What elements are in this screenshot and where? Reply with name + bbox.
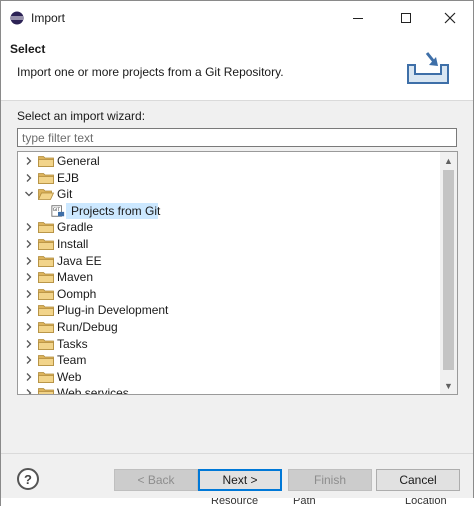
tree-item[interactable]: Java EE xyxy=(18,253,441,269)
folder-icon xyxy=(38,173,54,184)
banner-title: Select xyxy=(10,42,46,56)
close-icon xyxy=(444,12,456,24)
tree-item-label: Git xyxy=(57,187,73,201)
tree-item[interactable]: EJB xyxy=(18,170,441,186)
bg-column-location: Location xyxy=(405,498,447,506)
tree-item[interactable]: Web xyxy=(18,369,441,385)
bg-column-path: Path xyxy=(293,498,316,506)
maximize-icon xyxy=(401,13,411,23)
scroll-up-icon[interactable]: ▲ xyxy=(440,152,457,169)
cancel-button[interactable]: Cancel xyxy=(376,469,460,491)
filter-input[interactable] xyxy=(17,128,457,147)
help-button[interactable]: ? xyxy=(17,468,39,490)
tree-item-label: Tasks xyxy=(57,337,88,351)
close-button[interactable] xyxy=(427,1,473,35)
chevron-right-icon[interactable] xyxy=(24,339,34,349)
tree-item[interactable]: Oomph xyxy=(18,286,441,302)
window-title: Import xyxy=(31,11,66,25)
folder-open-icon xyxy=(38,189,54,200)
tree-item[interactable]: Run/Debug xyxy=(18,319,441,335)
chevron-down-icon[interactable] xyxy=(24,189,34,199)
folder-icon xyxy=(38,372,54,383)
tree-item[interactable]: Gradle xyxy=(18,219,441,235)
tree-item-label: General xyxy=(57,154,100,168)
tree-item-label: Team xyxy=(57,353,87,367)
chevron-right-icon[interactable] xyxy=(24,239,34,249)
tree-item[interactable]: Team xyxy=(18,352,441,368)
tree-item-label: Maven xyxy=(57,270,94,284)
bg-column-resource: Resource xyxy=(211,498,259,506)
tree-item-label: Oomph xyxy=(57,287,97,301)
tree-item-label: Java EE xyxy=(57,254,102,268)
folder-icon xyxy=(38,388,54,394)
tree-item-label: Gradle xyxy=(57,220,94,234)
scroll-down-icon[interactable]: ▼ xyxy=(440,377,457,394)
folder-icon xyxy=(38,239,54,250)
folder-icon xyxy=(38,256,54,267)
banner-description: Import one or more projects from a Git R… xyxy=(17,65,284,79)
chevron-right-icon[interactable] xyxy=(24,173,34,183)
tree-item[interactable]: Web services xyxy=(18,385,441,395)
chevron-right-icon[interactable] xyxy=(24,322,34,332)
folder-icon xyxy=(38,289,54,300)
tree-item-child[interactable]: GIT Projects from Git xyxy=(18,203,441,219)
minimize-button[interactable] xyxy=(335,1,381,35)
folder-icon xyxy=(38,272,54,283)
back-button[interactable]: < Back xyxy=(114,469,198,491)
folder-icon xyxy=(38,222,54,233)
tree-item-label: Install xyxy=(57,237,89,251)
tree-item-label: Projects from Git xyxy=(71,204,161,218)
background-window-strip: Resource Path Location xyxy=(1,498,474,506)
tree-item[interactable]: General xyxy=(18,153,441,169)
tree-item-label: Plug-in Development xyxy=(57,303,169,317)
chevron-right-icon[interactable] xyxy=(24,256,34,266)
tree-item-label: Run/Debug xyxy=(57,320,118,334)
chevron-right-icon[interactable] xyxy=(24,156,34,166)
folder-icon xyxy=(38,355,54,366)
scroll-thumb[interactable] xyxy=(443,170,454,370)
tree-item[interactable]: Maven xyxy=(18,269,441,285)
chevron-right-icon[interactable] xyxy=(24,388,34,395)
wizard-banner: Select Import one or more projects from … xyxy=(1,35,473,101)
chevron-right-icon[interactable] xyxy=(24,272,34,282)
chevron-right-icon[interactable] xyxy=(24,355,34,365)
folder-icon xyxy=(38,305,54,316)
tree-item[interactable]: Plug-in Development xyxy=(18,302,441,318)
chevron-right-icon[interactable] xyxy=(24,372,34,382)
tree-item-label: Web services xyxy=(57,386,129,395)
eclipse-icon xyxy=(10,11,24,25)
vertical-scrollbar[interactable]: ▲ ▼ xyxy=(440,152,457,394)
chevron-right-icon[interactable] xyxy=(24,305,34,315)
import-dialog: Import Select Import one or more project… xyxy=(0,0,474,506)
tree-item[interactable]: Install xyxy=(18,236,441,252)
title-bar: Import xyxy=(1,1,473,35)
minimize-icon xyxy=(353,18,363,19)
tree-item[interactable]: Git xyxy=(18,186,441,202)
folder-icon xyxy=(38,339,54,350)
import-wizard-icon xyxy=(407,52,449,84)
tree-item-label: EJB xyxy=(57,171,80,185)
maximize-button[interactable] xyxy=(383,1,429,35)
wizard-label: Select an import wizard: xyxy=(17,109,146,123)
folder-icon xyxy=(38,322,54,333)
git-repository-icon: GIT xyxy=(51,205,65,217)
footer-separator xyxy=(1,453,473,454)
tree-item-label: Web xyxy=(57,370,82,384)
next-button[interactable]: Next > xyxy=(198,469,282,491)
folder-icon xyxy=(38,156,54,167)
chevron-right-icon[interactable] xyxy=(24,289,34,299)
chevron-right-icon[interactable] xyxy=(24,222,34,232)
tree-item[interactable]: Tasks xyxy=(18,336,441,352)
wizard-tree: Web services Web Team Tasks Run/Debug Plug-in… xyxy=(17,151,458,395)
finish-button[interactable]: Finish xyxy=(288,469,372,491)
